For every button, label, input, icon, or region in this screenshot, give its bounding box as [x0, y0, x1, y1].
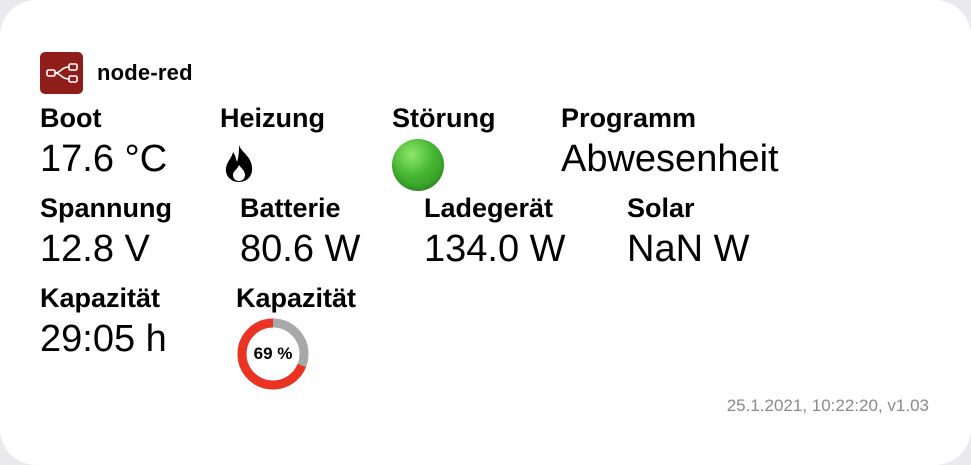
spannung-cell: Spannung 12.8 V: [40, 193, 172, 271]
scriptable-widget: node-red Boot 17.6 °C Heizung Störung Pr…: [0, 0, 971, 465]
solar-value: NaN W: [627, 228, 750, 270]
kapazitaet-time-cell: Kapazität 29:05 h: [40, 283, 167, 361]
kapazitaet-gauge-label: Kapazität: [236, 283, 357, 313]
app-name: node-red: [97, 60, 193, 85]
kapazitaet-time-value: 29:05 h: [40, 318, 167, 360]
spannung-label: Spannung: [40, 193, 172, 223]
batterie-label: Batterie: [240, 193, 341, 223]
widget-header: node-red: [40, 52, 193, 94]
gauge-percent-text: 69 %: [253, 344, 293, 363]
programm-cell: Programm Abwesenheit: [561, 103, 779, 181]
kapazitaet-gauge-cell: Kapazität 69 %: [236, 283, 356, 391]
batterie-value: 80.6 W: [240, 228, 361, 270]
heizung-label: Heizung: [220, 103, 325, 133]
ladegeraet-cell: Ladegerät 134.0 W: [424, 193, 566, 271]
stoerung-cell: Störung: [392, 103, 495, 191]
programm-value: Abwesenheit: [561, 138, 779, 180]
node-red-logo-icon: [40, 52, 83, 94]
boot-label: Boot: [40, 103, 102, 133]
capacity-gauge: 69 %: [236, 317, 310, 391]
ladegeraet-label: Ladegerät: [424, 193, 554, 223]
flame-icon: [225, 145, 253, 182]
solar-label: Solar: [627, 193, 695, 223]
footer-timestamp: 25.1.2021, 10:22:20, v1.03: [726, 396, 929, 415]
boot-value: 17.6 °C: [40, 138, 168, 180]
boot-cell: Boot 17.6 °C: [40, 103, 167, 181]
ladegeraet-value: 134.0 W: [424, 228, 566, 270]
kapazitaet-time-label: Kapazität: [40, 283, 161, 313]
programm-label: Programm: [561, 103, 697, 133]
heizung-cell: Heizung: [220, 103, 325, 188]
solar-cell: Solar NaN W: [627, 193, 749, 271]
spannung-value: 12.8 V: [40, 228, 150, 270]
green-status-icon: [392, 139, 444, 191]
stoerung-label: Störung: [392, 103, 496, 133]
batterie-cell: Batterie 80.6 W: [240, 193, 360, 271]
